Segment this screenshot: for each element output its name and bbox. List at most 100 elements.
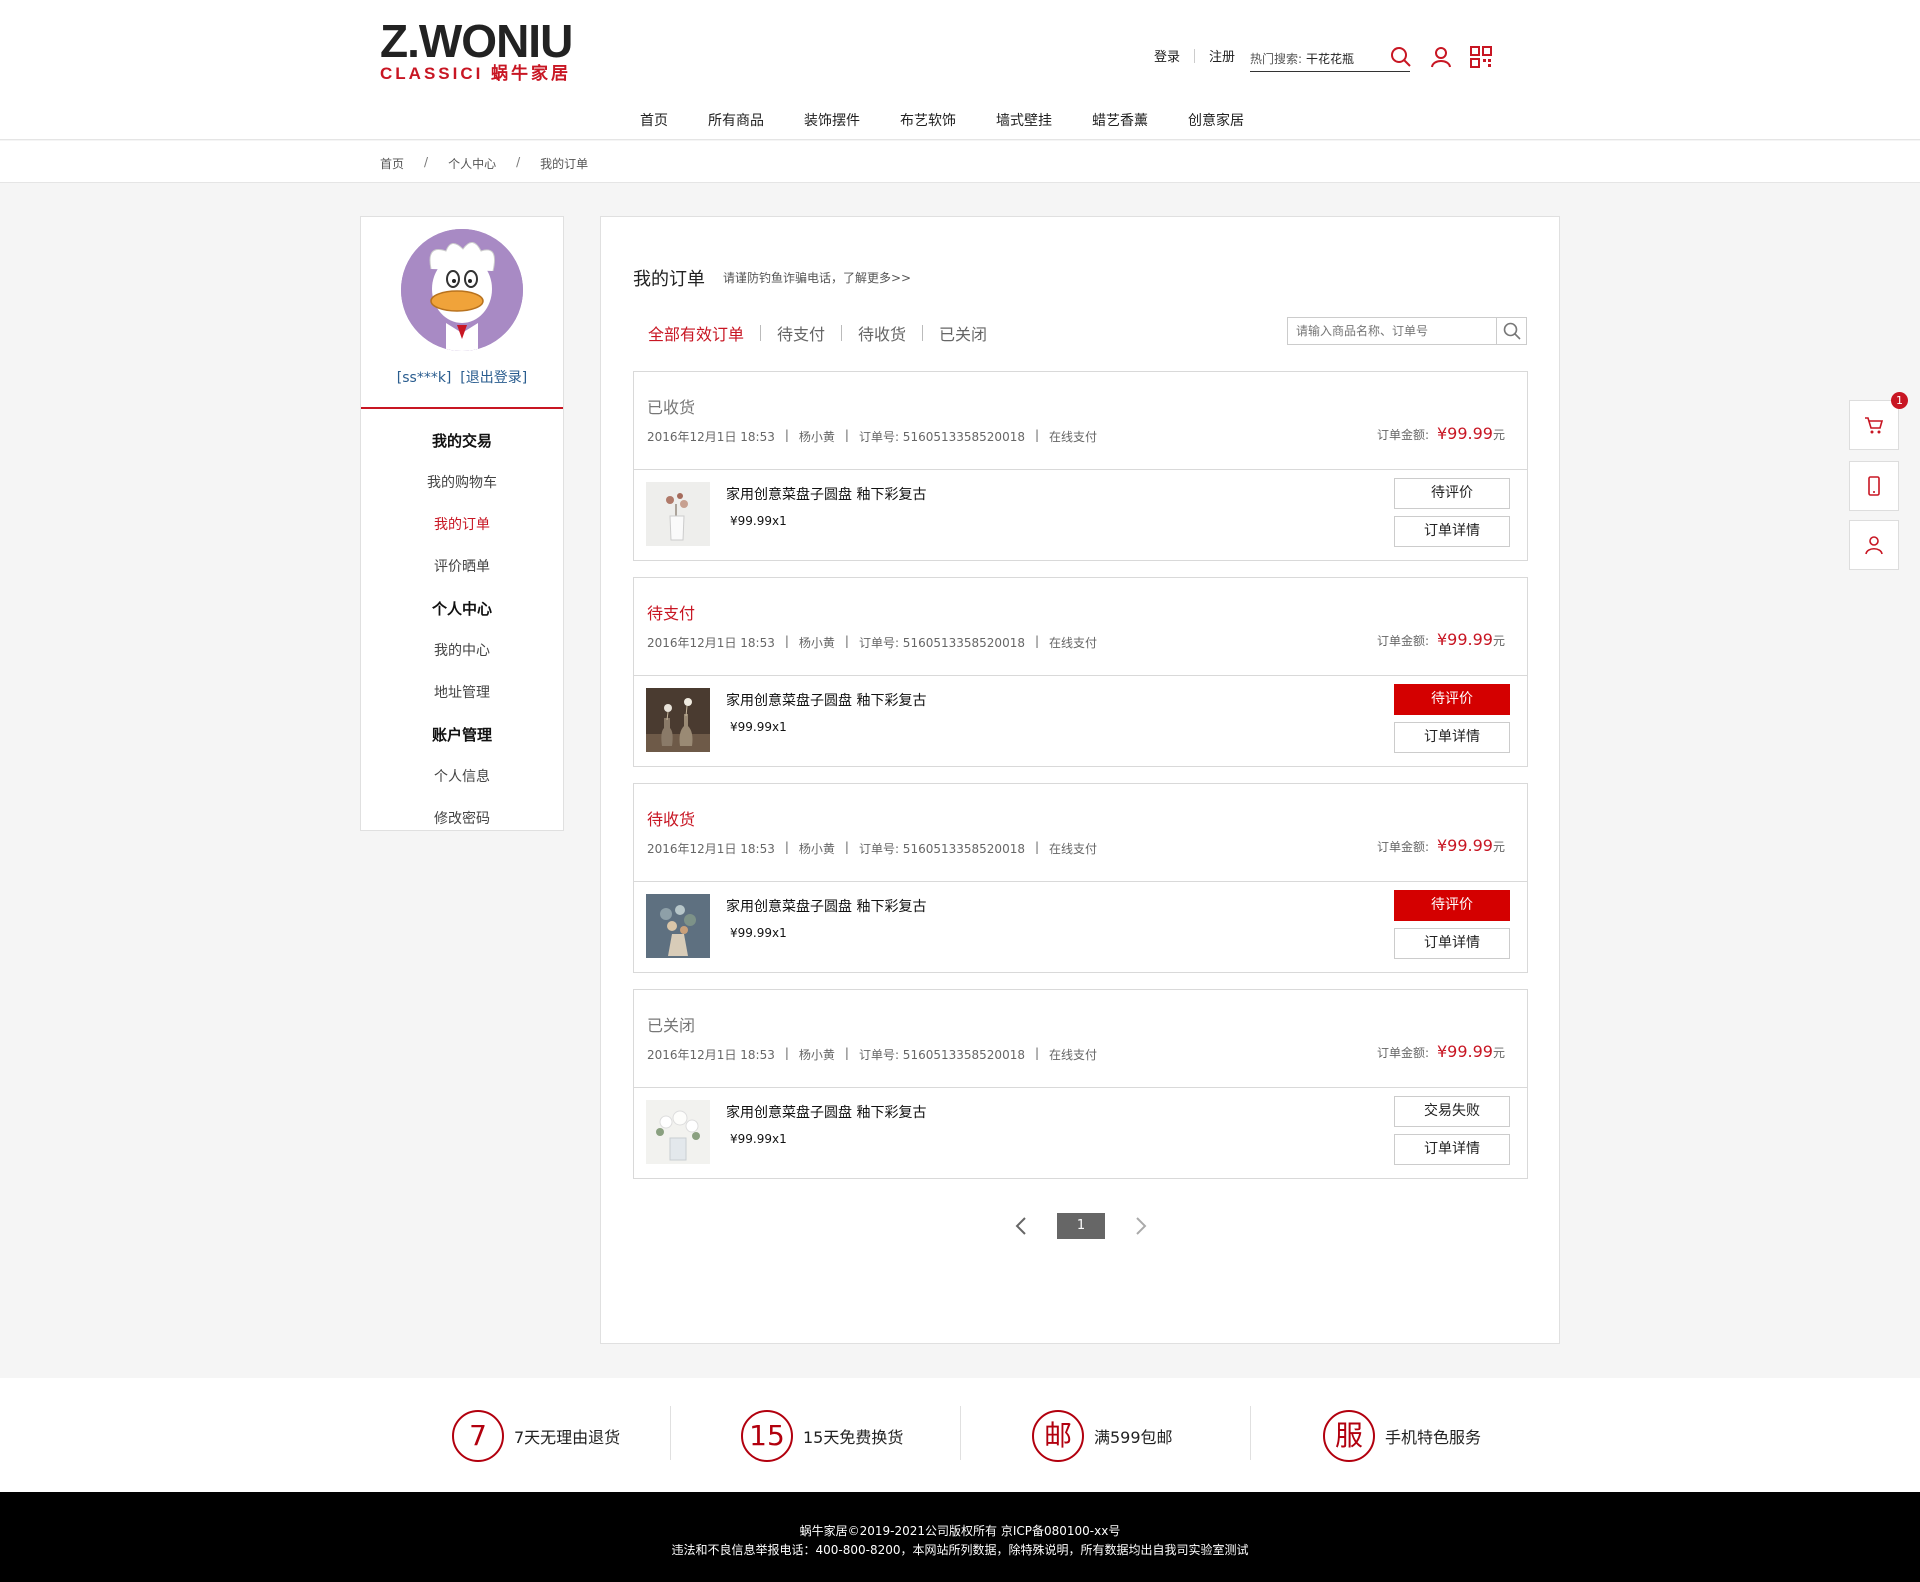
nav-item-fabric[interactable]: 布艺软饰	[900, 110, 956, 130]
order-header: 已关闭 2016年12月1日 18:53 | 杨小黄 | 订单号: 51605133…	[634, 990, 1527, 1088]
page-number-current[interactable]: 1	[1057, 1213, 1105, 1239]
sidebar-item-reviews[interactable]: 评价晒单	[361, 546, 563, 588]
bottle-vase-icon[interactable]	[646, 688, 710, 752]
order-status: 待收货	[647, 810, 696, 829]
chevron-left-icon[interactable]	[1011, 1214, 1031, 1238]
qrcode-icon[interactable]	[1468, 44, 1494, 70]
service-label: 7天无理由退货	[514, 1428, 621, 1447]
product-name[interactable]: 家用创意菜盘子圆盘 釉下彩复古	[726, 690, 926, 710]
chevron-right-icon[interactable]	[1131, 1214, 1151, 1238]
order-date: 2016年12月1日 18:53	[647, 636, 775, 650]
nav-item-all-products[interactable]: 所有商品	[708, 110, 764, 130]
order-payment: 在线支付	[1049, 842, 1098, 856]
order-status: 待支付	[647, 604, 696, 623]
float-cart-button[interactable]	[1849, 400, 1899, 450]
user-icon	[1865, 536, 1883, 555]
order-search-input[interactable]	[1288, 318, 1496, 344]
hot-search-label: 热门搜索:	[1250, 52, 1303, 66]
login-link[interactable]: 登录	[1140, 46, 1194, 65]
hot-search[interactable]: 热门搜索: 干花花瓶	[1250, 44, 1410, 72]
user-icon[interactable]	[1428, 44, 1454, 70]
tab-pending-payment[interactable]: 待支付	[761, 321, 841, 345]
product-name[interactable]: 家用创意菜盘子圆盘 釉下彩复古	[726, 484, 926, 504]
bouquet-icon[interactable]	[646, 894, 710, 958]
review-button[interactable]: 待评价	[1394, 478, 1510, 509]
sidebar-group-account: 账户管理	[431, 726, 492, 744]
breadcrumb-separator: /	[516, 155, 521, 169]
username-label[interactable]: [ss***k]	[397, 370, 452, 386]
order-payment: 在线支付	[1049, 430, 1098, 444]
order-detail-button[interactable]: 订单详情	[1394, 722, 1510, 753]
order-amount-label: 订单金额:	[1376, 1046, 1429, 1060]
order-meta: 2016年12月1日 18:53 | 杨小黄 | 订单号: 516051335852…	[647, 840, 1098, 856]
sidebar-item-cart[interactable]: 我的购物车	[361, 462, 563, 504]
order-tabs: 全部有效订单 待支付 待收货 已关闭	[648, 321, 1003, 345]
float-user-button[interactable]	[1849, 520, 1899, 570]
order-recipient: 杨小黄	[798, 842, 835, 856]
order-unit: 元	[1492, 634, 1505, 648]
service-strip: 7 7天无理由退货 15 15天免费换货 邮 满599包邮 服 手机特色服务	[0, 1378, 1920, 1492]
product-name[interactable]: 家用创意菜盘子圆盘 釉下彩复古	[726, 1102, 926, 1122]
fraud-tip-link[interactable]: 请谨防钓鱼诈骗电话，了解更多>>	[723, 269, 911, 286]
order-detail-button[interactable]: 订单详情	[1394, 516, 1510, 547]
order-item: 家用创意菜盘子圆盘 釉下彩复古 ¥99.99x1 待评价 订单详情	[634, 470, 1527, 560]
site-logo[interactable]: Z.WONIU CLASSICI 蜗牛家居	[380, 18, 573, 84]
order-amount-label: 订单金额:	[1376, 840, 1429, 854]
tab-closed[interactable]: 已关闭	[923, 321, 1003, 345]
order-header: 待支付 2016年12月1日 18:53 | 杨小黄 | 订单号: 51605133…	[634, 578, 1527, 676]
avatar[interactable]	[401, 229, 523, 351]
sidebar-group-personal: 个人中心	[431, 600, 492, 618]
order-number: 订单号: 5160513358520018	[858, 1048, 1025, 1062]
sidebar-item-my-center[interactable]: 我的中心	[361, 630, 563, 672]
review-button[interactable]: 待评价	[1394, 684, 1510, 715]
tab-all-orders[interactable]: 全部有效订单	[648, 321, 760, 345]
site-footer: 蜗牛家居©2019-2021公司版权所有 京ICP备080100-xx号 违法和…	[0, 1492, 1920, 1582]
nav-item-candle[interactable]: 蜡艺香薰	[1092, 110, 1148, 130]
breadcrumb-personal-center[interactable]: 个人中心	[448, 155, 496, 172]
transaction-failed-button[interactable]: 交易失败	[1394, 1096, 1510, 1127]
hot-search-keyword[interactable]: 干花花瓶	[1306, 52, 1354, 66]
white-flowers-icon[interactable]	[646, 1100, 710, 1164]
order-amount-label: 订单金额:	[1376, 634, 1429, 648]
tab-pending-receipt[interactable]: 待收货	[842, 321, 922, 345]
cart-icon	[1865, 417, 1884, 434]
review-button[interactable]: 待评价	[1394, 890, 1510, 921]
order-amount: 订单金额: ¥99.99 元	[1377, 424, 1505, 443]
order-status: 已收货	[647, 398, 696, 417]
order-status: 已关闭	[647, 1016, 696, 1035]
product-price-qty: ¥99.99x1	[730, 926, 787, 940]
float-mobile-button[interactable]	[1849, 461, 1899, 511]
nav-item-decor[interactable]: 装饰摆件	[804, 110, 860, 130]
order-detail-button[interactable]: 订单详情	[1394, 1134, 1510, 1165]
order-recipient: 杨小黄	[798, 1048, 835, 1062]
breadcrumb: 首页 / 个人中心 / 我的订单	[380, 155, 588, 172]
sidebar-menu: 我的交易 我的购物车 我的订单 评价晒单 个人中心 我的中心 地址管理 账户管理…	[361, 420, 563, 840]
order-detail-button[interactable]: 订单详情	[1394, 928, 1510, 959]
search-icon[interactable]	[1388, 44, 1414, 70]
nav-item-creative[interactable]: 创意家居	[1188, 110, 1244, 130]
order-unit: 元	[1492, 428, 1505, 442]
logout-link[interactable]: [退出登录]	[460, 370, 527, 386]
order-search-button[interactable]	[1496, 318, 1526, 344]
account-sidebar: [ss***k] [退出登录] 我的交易 我的购物车 我的订单 评价晒单 个人中…	[360, 216, 564, 831]
breadcrumb-my-orders: 我的订单	[540, 157, 589, 171]
order-amount: 订单金额: ¥99.99 元	[1377, 836, 1505, 855]
sidebar-item-profile[interactable]: 个人信息	[361, 756, 563, 798]
free-shipping-icon: 邮	[1032, 1410, 1084, 1462]
pagination: 1	[1011, 1213, 1151, 1239]
sidebar-item-orders[interactable]: 我的订单	[361, 504, 563, 546]
sidebar-divider	[361, 407, 563, 409]
product-price-qty: ¥99.99x1	[730, 1132, 787, 1146]
mobile-service-icon: 服	[1323, 1410, 1375, 1462]
sidebar-item-password[interactable]: 修改密码	[361, 798, 563, 840]
nav-item-wall[interactable]: 墙式壁挂	[996, 110, 1052, 130]
search-icon	[1503, 322, 1521, 340]
sidebar-item-address[interactable]: 地址管理	[361, 672, 563, 714]
breadcrumb-home[interactable]: 首页	[380, 155, 404, 172]
product-price-qty: ¥99.99x1	[730, 720, 787, 734]
white-vase-icon[interactable]	[646, 482, 710, 546]
service-divider	[1250, 1406, 1251, 1460]
register-link[interactable]: 注册	[1195, 46, 1249, 65]
nav-item-home[interactable]: 首页	[640, 110, 668, 130]
product-name[interactable]: 家用创意菜盘子圆盘 釉下彩复古	[726, 896, 926, 916]
